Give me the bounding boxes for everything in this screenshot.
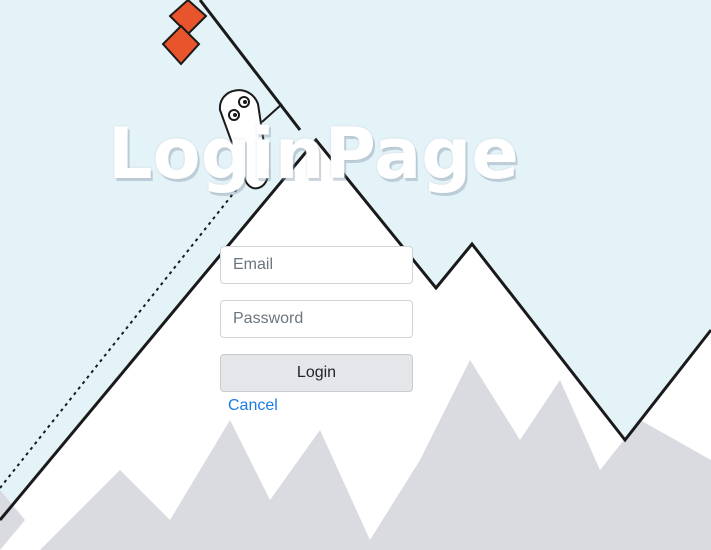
page-title: LoginPage xyxy=(108,113,519,195)
cancel-link[interactable]: Cancel xyxy=(228,396,278,416)
login-page: LoginPage Login Cancel xyxy=(0,0,711,550)
email-field[interactable] xyxy=(220,246,413,284)
login-button[interactable]: Login xyxy=(220,354,413,392)
password-field[interactable] xyxy=(220,300,413,338)
login-form: Login Cancel xyxy=(220,246,413,416)
